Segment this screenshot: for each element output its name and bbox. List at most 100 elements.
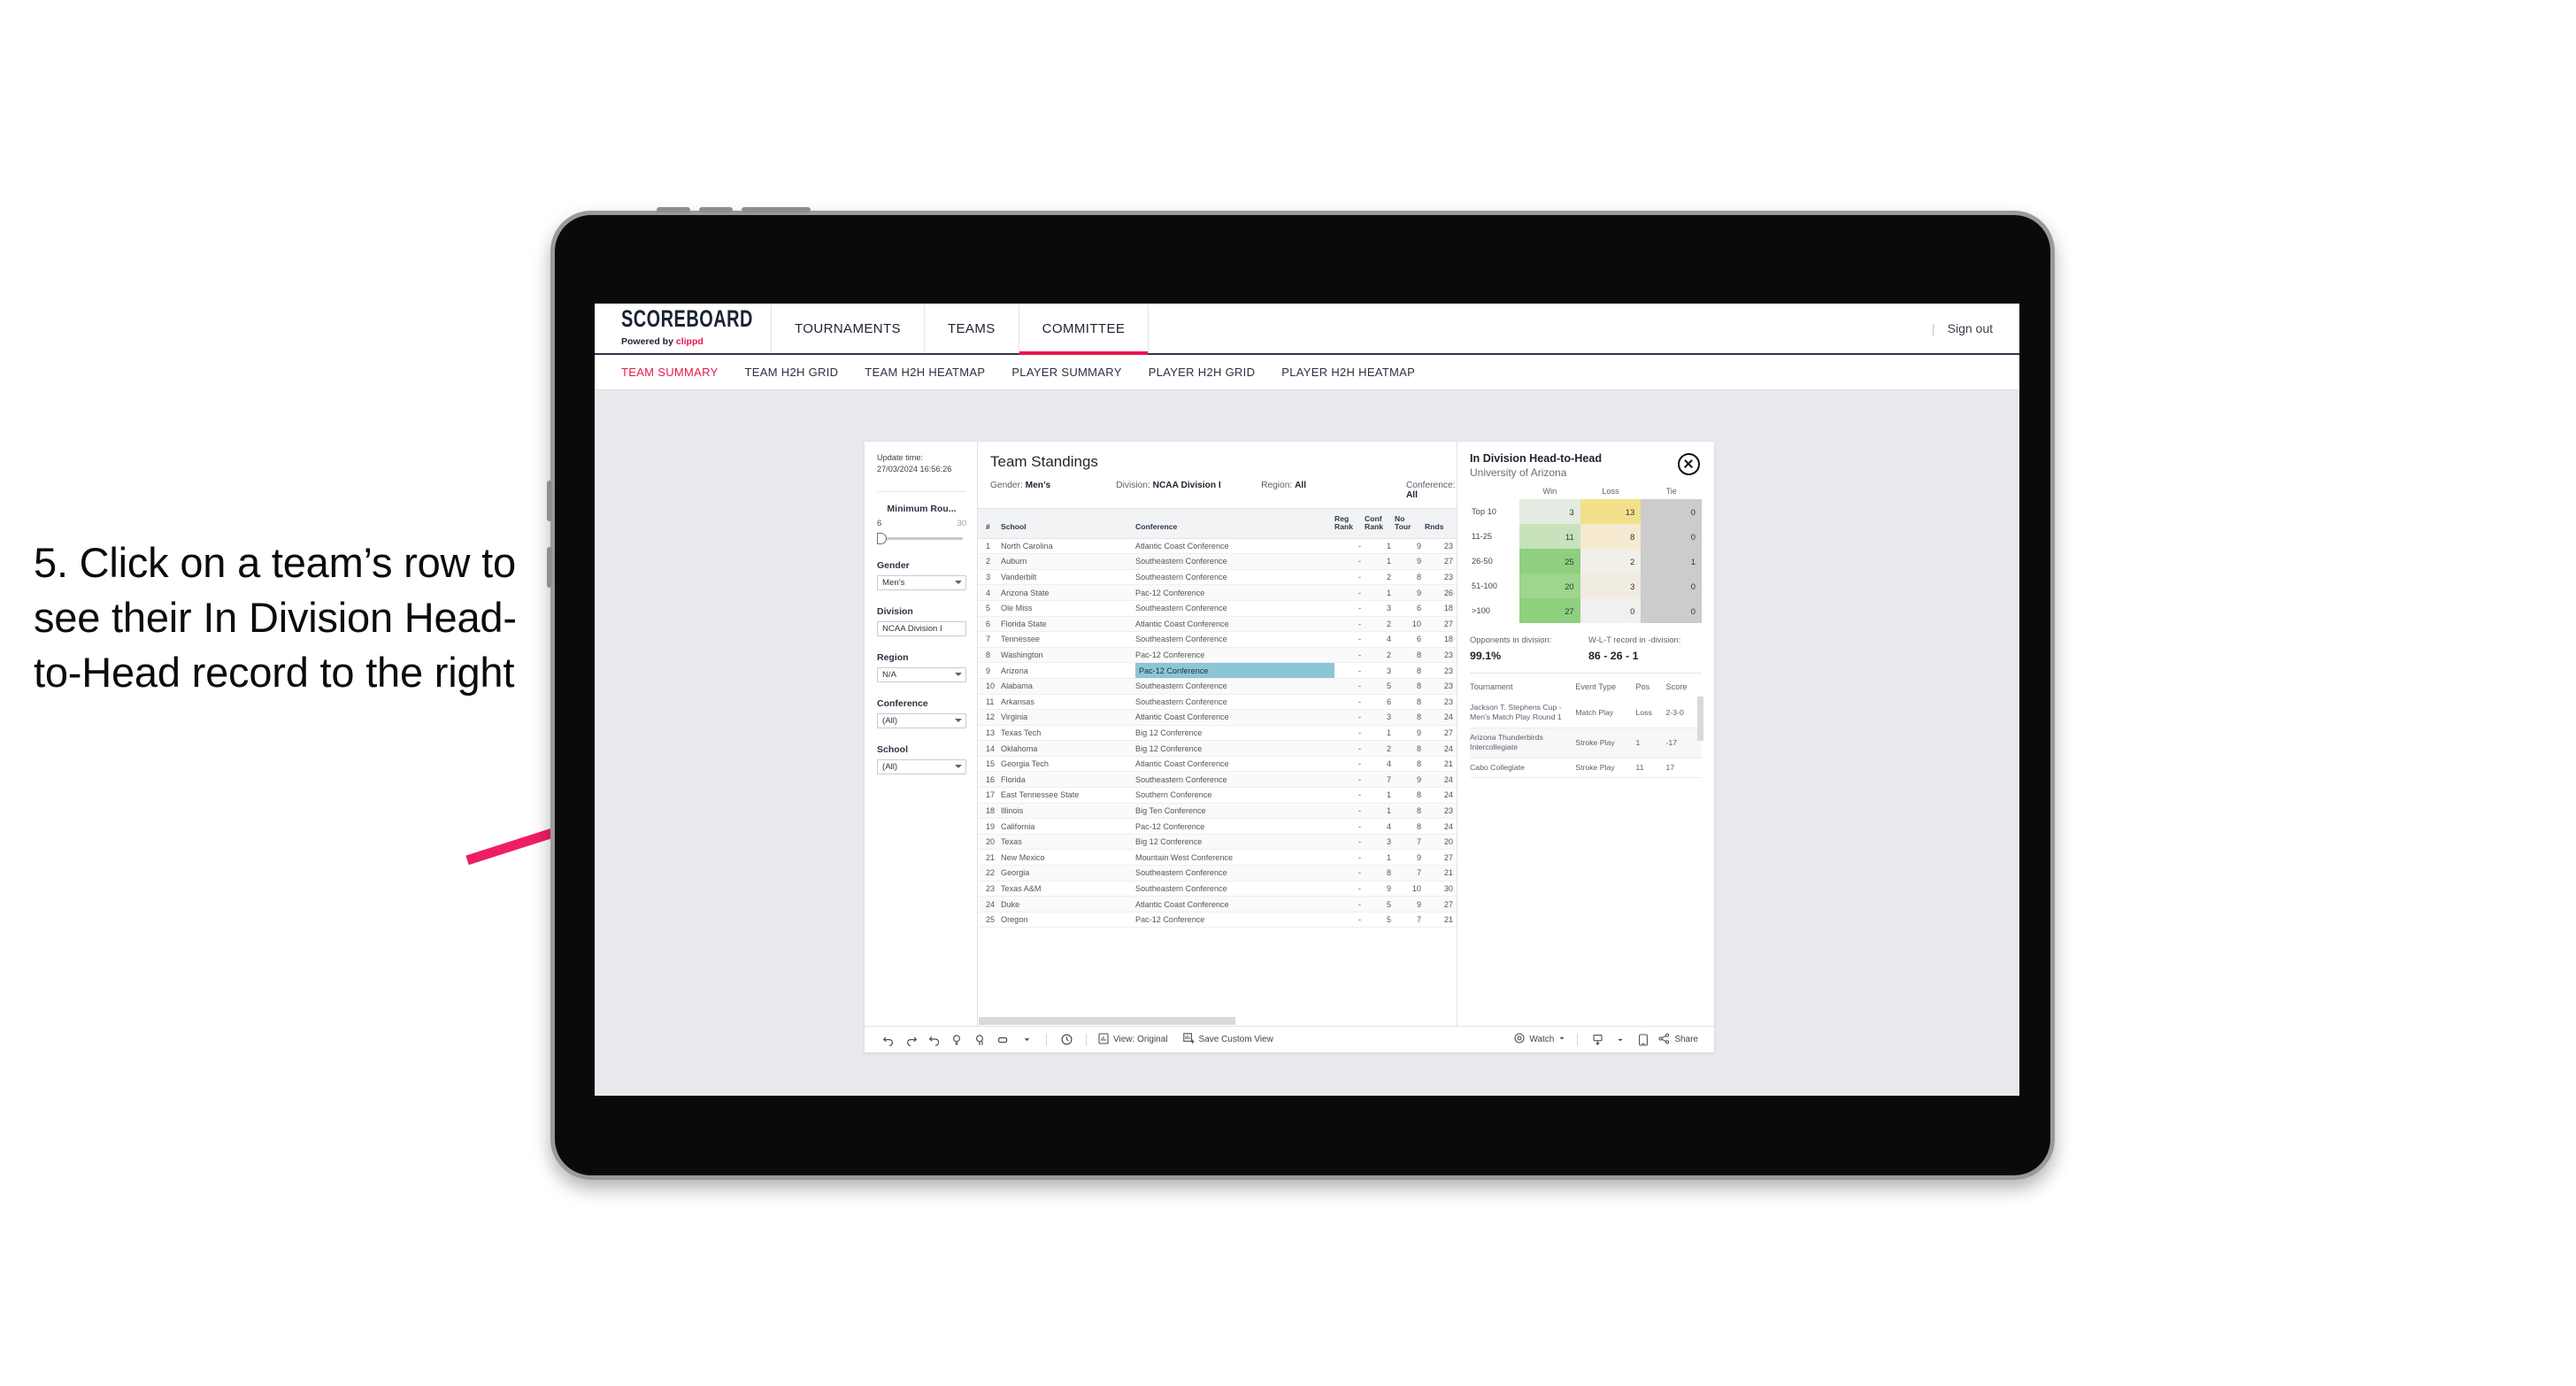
table-row[interactable]: 18IllinoisBig Ten Conference-18233: [978, 803, 1457, 820]
heatmap-cell[interactable]: 0: [1641, 524, 1702, 549]
heatmap-cell[interactable]: 2: [1580, 549, 1642, 574]
horizontal-scrollbar[interactable]: [978, 1016, 1457, 1026]
heatmap-cell[interactable]: 1: [1641, 549, 1702, 574]
table-row[interactable]: 2AuburnSoutheastern Conference-19276: [978, 553, 1457, 570]
nav-tab-tournaments[interactable]: TOURNAMENTS: [772, 304, 925, 353]
download-icon[interactable]: [1586, 1027, 1609, 1053]
col-score[interactable]: Score: [1666, 674, 1702, 698]
table-row[interactable]: 3VanderbiltSoutheastern Conference-28235: [978, 569, 1457, 586]
heatmap-cell[interactable]: 8: [1580, 524, 1642, 549]
table-row[interactable]: 5Ole MissSoutheastern Conference-36181: [978, 600, 1457, 617]
heatmap-cell[interactable]: 3: [1580, 574, 1642, 598]
col-rank[interactable]: #: [978, 508, 1001, 539]
heatmap-cell[interactable]: 25: [1519, 549, 1580, 574]
table-row[interactable]: 17 East Tennessee State Southern Conferenc…: [978, 787, 1457, 804]
cell-reg-rank: -: [1334, 896, 1365, 912]
table-row[interactable]: 12 Virginia Atlantic Coast Conference -3 8 24…: [978, 709, 1457, 726]
tournaments-vertical-scrollbar[interactable]: [1697, 697, 1703, 741]
heatmap-cell[interactable]: 27: [1519, 598, 1580, 623]
scrollbar-thumb[interactable]: [979, 1017, 1235, 1025]
col-conference[interactable]: Conference: [1135, 508, 1334, 539]
cell-conf-rank: 6: [1365, 694, 1395, 711]
table-row[interactable]: 9ArizonaPac-12 Conference-38232: [978, 662, 1457, 679]
col-conf-rank[interactable]: Conf Rank: [1365, 508, 1395, 539]
device-icon[interactable]: [1632, 1027, 1655, 1053]
table-row[interactable]: 16FloridaSoutheastern Conference-79244: [978, 771, 1457, 789]
standings-scroll[interactable]: # School Conference Reg Rank Conf Rank No T…: [978, 508, 1457, 1016]
chevron-down-icon[interactable]: [1015, 1027, 1038, 1053]
table-row[interactable]: 20TexasBig 12 Conference-37200: [978, 834, 1457, 851]
table-row[interactable]: 19CaliforniaPac-12 Conference-48242: [978, 818, 1457, 835]
cell-reg-rank: -: [1334, 771, 1365, 789]
tournament-row[interactable]: Arizona Thunderbirds Intercollegiate Stro…: [1470, 728, 1702, 758]
heatmap-cell[interactable]: 0: [1641, 499, 1702, 524]
presentation-icon[interactable]: [992, 1027, 1015, 1053]
conference-select[interactable]: (All): [877, 712, 966, 728]
col-rnds[interactable]: Rnds: [1425, 508, 1457, 539]
tournament-row[interactable]: Jackson T. Stephens Cup - Men’s Match Pl…: [1470, 698, 1702, 728]
col-pos[interactable]: Pos: [1635, 674, 1665, 698]
table-row[interactable]: 8WashingtonPac-12 Conference-28231: [978, 647, 1457, 664]
heatmap-cell[interactable]: 11: [1519, 524, 1580, 549]
heatmap-cell[interactable]: 3: [1519, 499, 1580, 524]
col-school[interactable]: School: [1001, 508, 1135, 539]
table-row[interactable]: 25OregonPac-12 Conference-57210: [978, 912, 1457, 928]
sign-out-link[interactable]: Sign out: [1948, 321, 1993, 335]
nav-tab-committee[interactable]: COMMITTEE: [1019, 304, 1150, 355]
school-select[interactable]: (All): [877, 758, 966, 774]
heatmap-cell[interactable]: 0: [1641, 598, 1702, 623]
table-row[interactable]: 7TennesseeSoutheastern Conference-46182: [978, 631, 1457, 648]
col-no-tour[interactable]: No Tour: [1395, 508, 1425, 539]
clock-icon[interactable]: [1055, 1027, 1078, 1053]
subnav-player-h2h-grid[interactable]: PLAYER H2H GRID: [1149, 366, 1256, 379]
revert-icon[interactable]: [923, 1027, 946, 1053]
gender-select[interactable]: Men’s: [877, 574, 966, 590]
heatmap-cell[interactable]: 13: [1580, 499, 1642, 524]
heatmap-cell[interactable]: 20: [1519, 574, 1580, 598]
tournament-row[interactable]: Cabo Collegiate Stroke Play 11 17: [1470, 758, 1702, 779]
table-row[interactable]: 15 Georgia Tech Atlantic Coast Conference -…: [978, 756, 1457, 773]
slider-handle[interactable]: [877, 532, 887, 544]
nav-tab-teams[interactable]: TEAMS: [925, 304, 1019, 353]
division-select[interactable]: NCAA Division I: [877, 620, 966, 636]
subnav-team-summary[interactable]: TEAM SUMMARY: [621, 366, 719, 379]
subnav-team-h2h-heatmap[interactable]: TEAM H2H HEATMAP: [865, 366, 985, 379]
table-row[interactable]: 14OklahomaBig 12 Conference-28242: [978, 740, 1457, 757]
watch-icon: [1514, 1033, 1525, 1046]
table-row[interactable]: 24DukeAtlantic Coast Conference-59271: [978, 896, 1457, 912]
col-event-type[interactable]: Event Type: [1575, 674, 1635, 698]
save-custom-view-button[interactable]: Save Custom View: [1180, 1032, 1277, 1047]
table-row[interactable]: 11ArkansasSoutheastern Conference-68232: [978, 694, 1457, 711]
table-row[interactable]: 1 North Carolina Atlantic Coast Conference…: [978, 538, 1457, 555]
table-row[interactable]: 21 New Mexico Mountain West Conference -1 9 2…: [978, 849, 1457, 866]
col-tournament[interactable]: Tournament: [1470, 674, 1575, 698]
heatmap-cell[interactable]: 0: [1641, 574, 1702, 598]
cell-rank: 6: [978, 616, 1001, 633]
subnav-team-h2h-grid[interactable]: TEAM H2H GRID: [745, 366, 839, 379]
view-original-button[interactable]: View: Original: [1095, 1032, 1172, 1047]
col-reg-rank[interactable]: Reg Rank: [1334, 508, 1365, 539]
division-select-value: NCAA Division I: [882, 623, 942, 634]
table-row[interactable]: 22GeorgiaSoutheastern Conference-87211: [978, 865, 1457, 882]
chevron-down-icon[interactable]: [1609, 1027, 1632, 1053]
gender-select-value: Men’s: [882, 577, 905, 588]
heatmap-cell[interactable]: 0: [1580, 598, 1642, 623]
undo-icon[interactable]: [877, 1027, 900, 1053]
share-button[interactable]: Share: [1655, 1032, 1702, 1047]
pause-icon[interactable]: [969, 1027, 992, 1053]
table-row[interactable]: 23 Texas A&M Southeastern Conference -9 10 30…: [978, 881, 1457, 897]
table-row[interactable]: 4Arizona StatePac-12 Conference-19261: [978, 584, 1457, 601]
region-select[interactable]: N/A: [877, 666, 966, 682]
table-row[interactable]: 6 Florida State Atlantic Coast Conference -…: [978, 616, 1457, 633]
subnav-player-summary[interactable]: PLAYER SUMMARY: [1011, 366, 1121, 379]
close-circle-icon[interactable]: [1678, 453, 1700, 475]
refresh-icon[interactable]: [946, 1027, 969, 1053]
table-row[interactable]: 10AlabamaSoutheastern Conference-58233: [978, 678, 1457, 695]
redo-icon[interactable]: [900, 1027, 923, 1053]
subnav-player-h2h-heatmap[interactable]: PLAYER H2H HEATMAP: [1281, 366, 1415, 379]
cell-reg-rank: -: [1334, 740, 1365, 757]
watch-button[interactable]: Watch: [1511, 1033, 1569, 1046]
minimum-rounds-slider[interactable]: [877, 532, 966, 544]
heatmap-row-label: 11-25: [1470, 524, 1519, 549]
table-row[interactable]: 13Texas TechBig 12 Conference-19272: [978, 725, 1457, 742]
